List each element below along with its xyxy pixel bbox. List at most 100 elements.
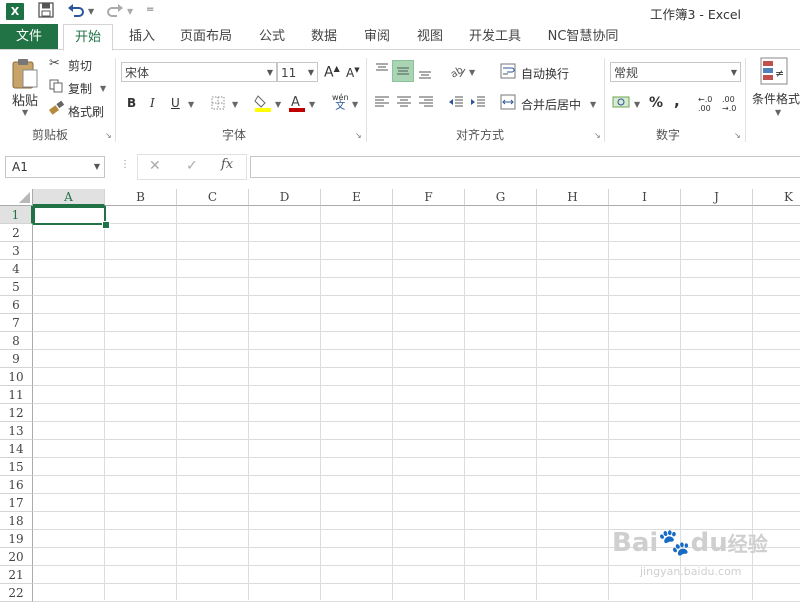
font-name-select[interactable]: 宋体 ▼ bbox=[121, 62, 277, 82]
fill-handle[interactable] bbox=[102, 221, 110, 229]
enter-icon[interactable]: ✓ bbox=[186, 158, 198, 174]
clipboard-launcher-icon[interactable]: ↘ bbox=[105, 131, 112, 140]
row-header-8[interactable]: 8 bbox=[0, 332, 33, 350]
row-header-12[interactable]: 12 bbox=[0, 404, 33, 422]
percent-button[interactable]: % bbox=[649, 95, 663, 111]
row-header-11[interactable]: 11 bbox=[0, 386, 33, 404]
align-top-icon[interactable] bbox=[374, 62, 390, 81]
row-header-15[interactable]: 15 bbox=[0, 458, 33, 476]
insert-function-icon[interactable]: fx bbox=[221, 157, 233, 172]
underline-button[interactable]: U bbox=[171, 96, 180, 110]
column-header-c[interactable]: C bbox=[177, 189, 249, 206]
row-header-9[interactable]: 9 bbox=[0, 350, 33, 368]
increase-decimal-button[interactable]: ←.0 .00 bbox=[698, 95, 712, 113]
row-header-1[interactable]: 1 bbox=[0, 206, 33, 224]
paste-dropdown-icon[interactable]: ▼ bbox=[22, 108, 28, 117]
row-header-2[interactable]: 2 bbox=[0, 224, 33, 242]
italic-button[interactable]: I bbox=[150, 96, 155, 110]
merge-center-button[interactable]: 合并后居中 bbox=[521, 96, 581, 113]
increase-indent-icon[interactable] bbox=[470, 95, 486, 112]
border-dropdown-icon[interactable]: ▼ bbox=[232, 100, 238, 109]
align-bottom-icon[interactable] bbox=[417, 64, 433, 83]
tab-home[interactable]: 开始 bbox=[63, 24, 113, 51]
row-header-14[interactable]: 14 bbox=[0, 440, 33, 458]
row-header-3[interactable]: 3 bbox=[0, 242, 33, 260]
decrease-indent-icon[interactable] bbox=[448, 95, 464, 112]
shrink-font-button[interactable]: A▼ bbox=[346, 66, 360, 80]
paste-icon[interactable] bbox=[10, 58, 40, 93]
phonetic-button[interactable]: wén 文 bbox=[332, 93, 349, 112]
currency-icon[interactable] bbox=[612, 94, 632, 113]
wrap-text-button[interactable]: 自动换行 bbox=[521, 65, 569, 82]
column-header-f[interactable]: F bbox=[393, 189, 465, 206]
column-header-h[interactable]: H bbox=[537, 189, 609, 206]
column-header-b[interactable]: B bbox=[105, 189, 177, 206]
tab-page-layout[interactable]: 页面布局 bbox=[174, 24, 238, 49]
splitter-handle[interactable]: ⋮ bbox=[120, 159, 130, 170]
copy-dropdown-icon[interactable]: ▼ bbox=[100, 84, 106, 93]
row-header-22[interactable]: 22 bbox=[0, 584, 33, 602]
copy-button[interactable]: 复制 bbox=[68, 80, 92, 97]
decrease-decimal-button[interactable]: .00 →.0 bbox=[722, 95, 736, 113]
fill-color-dropdown-icon[interactable]: ▼ bbox=[275, 100, 281, 109]
tab-data[interactable]: 数据 bbox=[304, 24, 344, 49]
column-header-g[interactable]: G bbox=[465, 189, 537, 206]
tab-developer[interactable]: 开发工具 bbox=[462, 24, 528, 49]
row-header-16[interactable]: 16 bbox=[0, 476, 33, 494]
tab-review[interactable]: 审阅 bbox=[357, 24, 397, 49]
name-box[interactable]: A1 ▼ bbox=[5, 156, 105, 178]
cut-button[interactable]: 剪切 bbox=[68, 57, 92, 74]
select-all-corner[interactable] bbox=[0, 189, 33, 206]
currency-dropdown-icon[interactable]: ▼ bbox=[634, 100, 640, 109]
column-header-i[interactable]: I bbox=[609, 189, 681, 206]
grow-font-button[interactable]: A▲ bbox=[324, 64, 340, 81]
undo-dropdown-icon[interactable]: ▼ bbox=[88, 7, 94, 16]
tab-view[interactable]: 视图 bbox=[410, 24, 450, 49]
formula-input[interactable] bbox=[250, 156, 800, 178]
customize-icon[interactable]: = bbox=[146, 4, 154, 15]
undo-icon[interactable] bbox=[67, 2, 85, 22]
tab-insert[interactable]: 插入 bbox=[122, 24, 162, 49]
align-middle-icon[interactable] bbox=[392, 60, 414, 82]
column-header-d[interactable]: D bbox=[249, 189, 321, 206]
orientation-icon[interactable]: ab bbox=[449, 63, 467, 82]
column-header-j[interactable]: J bbox=[681, 189, 753, 206]
save-icon[interactable] bbox=[38, 2, 54, 22]
orientation-dropdown-icon[interactable]: ▼ bbox=[469, 68, 475, 77]
redo-icon[interactable] bbox=[106, 2, 124, 22]
column-header-e[interactable]: E bbox=[321, 189, 393, 206]
row-header-6[interactable]: 6 bbox=[0, 296, 33, 314]
row-header-10[interactable]: 10 bbox=[0, 368, 33, 386]
merge-dropdown-icon[interactable]: ▼ bbox=[590, 100, 596, 109]
border-icon[interactable] bbox=[211, 96, 225, 113]
font-size-select[interactable]: 11 ▼ bbox=[277, 62, 318, 82]
tab-file[interactable]: 文件 bbox=[0, 24, 58, 49]
underline-dropdown-icon[interactable]: ▼ bbox=[188, 100, 194, 109]
row-header-19[interactable]: 19 bbox=[0, 530, 33, 548]
align-left-icon[interactable] bbox=[374, 95, 390, 112]
cancel-icon[interactable]: ✕ bbox=[149, 158, 161, 174]
conditional-formatting-dropdown-icon[interactable]: ▼ bbox=[775, 108, 781, 117]
column-header-a[interactable]: A bbox=[33, 189, 105, 206]
alignment-launcher-icon[interactable]: ↘ bbox=[594, 131, 601, 140]
redo-dropdown-icon[interactable]: ▼ bbox=[127, 7, 133, 16]
row-header-7[interactable]: 7 bbox=[0, 314, 33, 332]
conditional-formatting-button[interactable]: 条件格式 bbox=[752, 90, 800, 107]
font-color-icon[interactable]: A bbox=[288, 93, 306, 116]
comma-button[interactable]: , bbox=[674, 92, 680, 110]
align-right-icon[interactable] bbox=[418, 95, 434, 112]
tab-nc-collab[interactable]: NC智慧协同 bbox=[540, 24, 626, 49]
active-cell[interactable] bbox=[33, 206, 106, 225]
format-painter-button[interactable]: 格式刷 bbox=[68, 103, 104, 120]
number-format-select[interactable]: 常规 ▼ bbox=[610, 62, 741, 82]
tab-formulas[interactable]: 公式 bbox=[252, 24, 292, 49]
row-header-18[interactable]: 18 bbox=[0, 512, 33, 530]
font-launcher-icon[interactable]: ↘ bbox=[355, 131, 362, 140]
font-color-dropdown-icon[interactable]: ▼ bbox=[309, 100, 315, 109]
number-launcher-icon[interactable]: ↘ bbox=[734, 131, 741, 140]
row-header-13[interactable]: 13 bbox=[0, 422, 33, 440]
bold-button[interactable]: B bbox=[127, 96, 136, 110]
fill-color-icon[interactable] bbox=[254, 93, 272, 116]
row-header-20[interactable]: 20 bbox=[0, 548, 33, 566]
paste-button[interactable]: 粘贴 bbox=[12, 90, 38, 109]
